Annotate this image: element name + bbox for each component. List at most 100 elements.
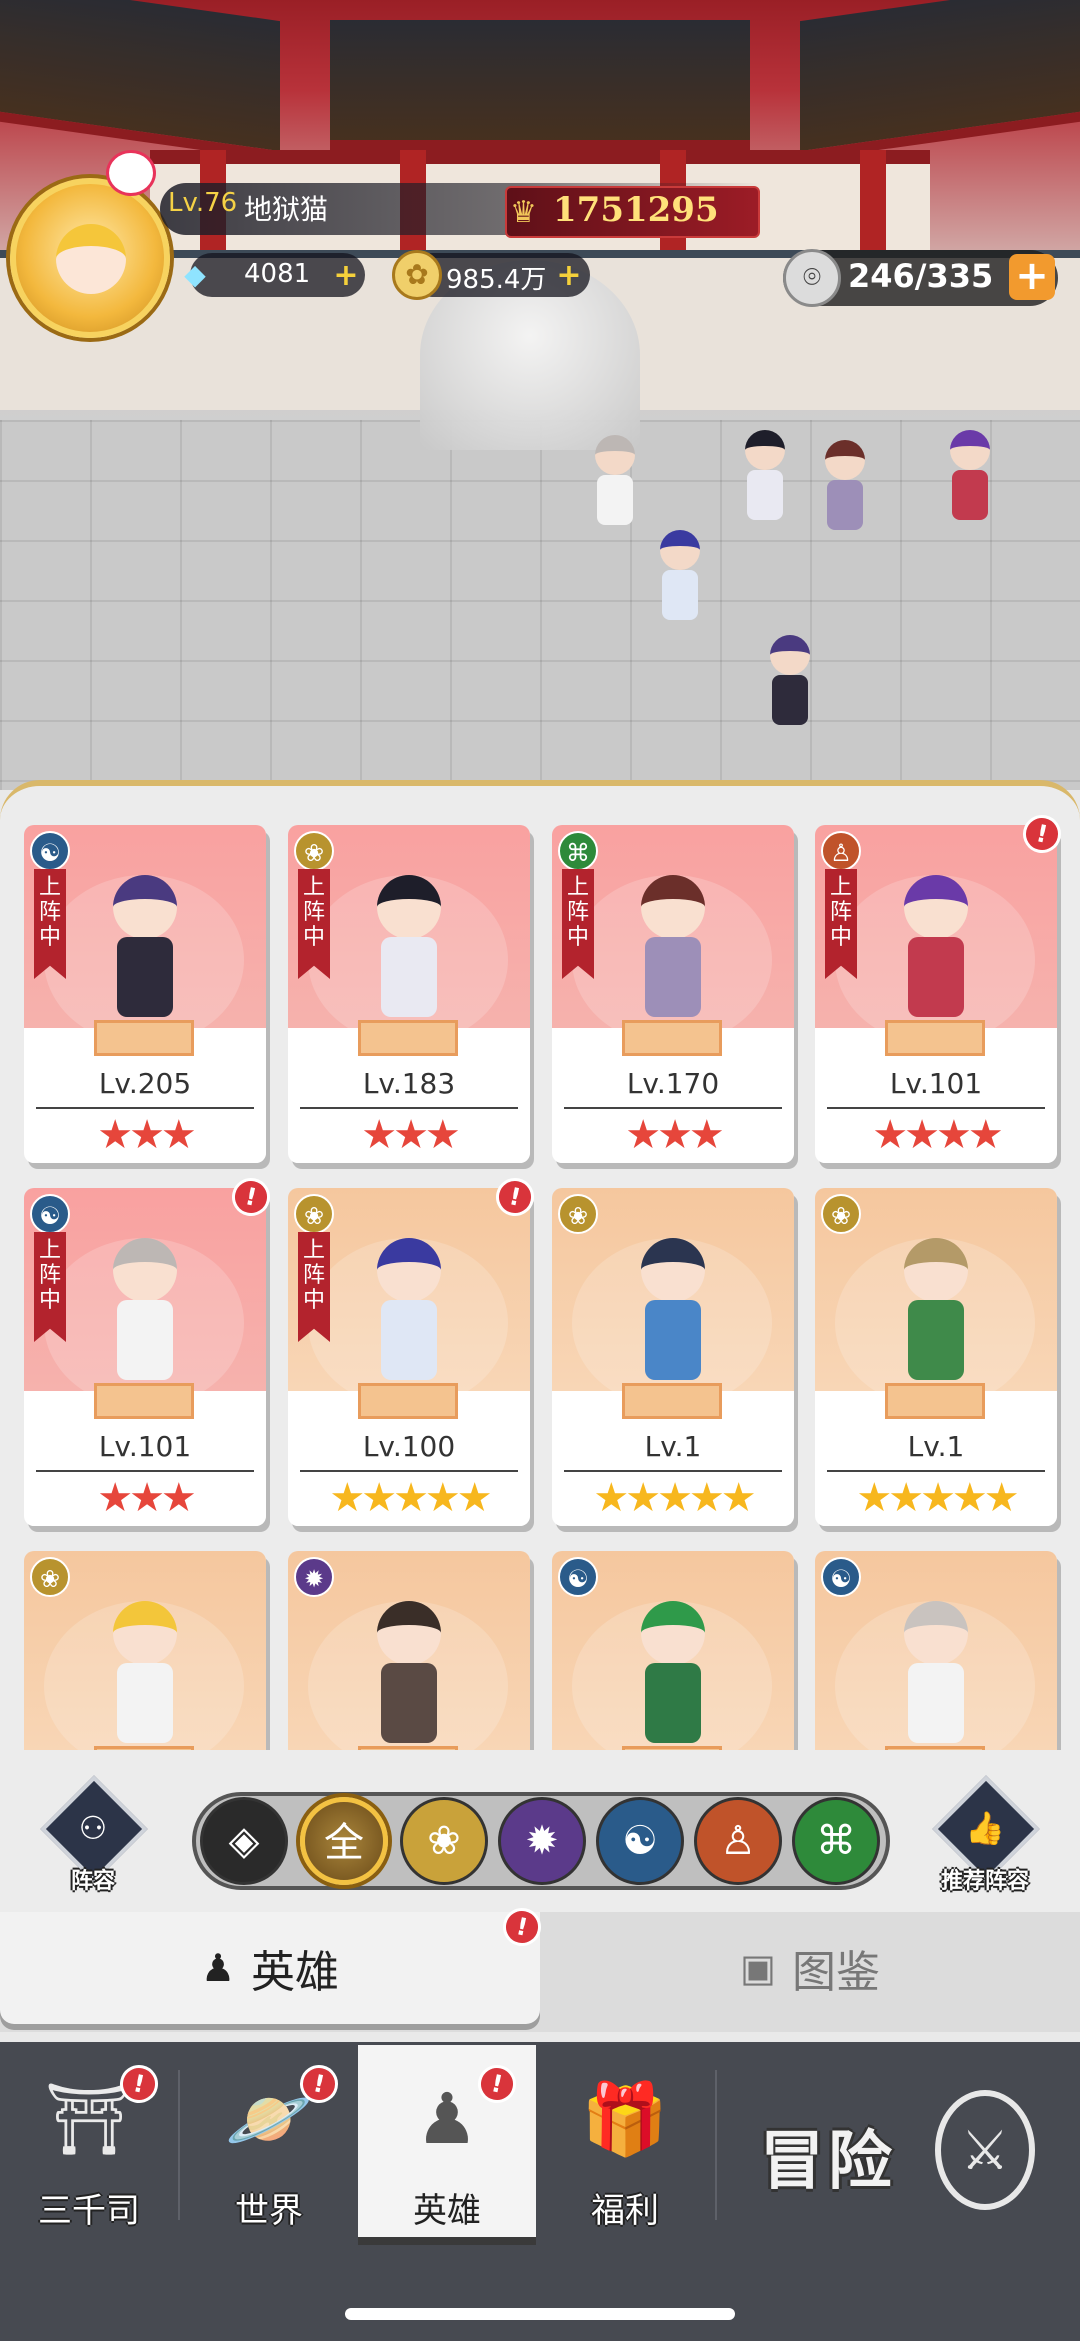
player-avatar[interactable] — [10, 178, 170, 338]
dna-faction-icon: ⌘ — [558, 831, 598, 871]
gift-box-icon: 🎁 — [581, 2078, 669, 2160]
hero-card[interactable]: ☯ — [552, 1551, 794, 1750]
water-faction-icon: ☯ — [30, 1194, 70, 1234]
hero-card[interactable]: ♙ 上阵中 Lv.101 ★★★★ — [815, 825, 1057, 1163]
player-level: Lv.76 — [168, 188, 238, 218]
hero-sprite[interactable] — [650, 530, 710, 630]
hero-pedestal — [885, 1383, 985, 1419]
diamond-filter-icon[interactable]: ◈ — [200, 1797, 288, 1885]
hero-pedestal — [94, 1020, 194, 1056]
stamina-value: 246/335 — [848, 257, 994, 295]
hero-portrait — [99, 875, 191, 1025]
hero-stars: ★★★ — [361, 1112, 461, 1158]
hero-pedestal — [358, 1383, 458, 1419]
hero-level: Lv.1 — [907, 1430, 965, 1463]
temple-roof-center — [330, 20, 750, 150]
hero-pedestal — [622, 1383, 722, 1419]
hero-sprite[interactable] — [815, 440, 875, 540]
thumbs-up-icon: 👍 — [965, 1809, 1005, 1847]
card-divider — [827, 1470, 1045, 1472]
hero-sprite[interactable] — [760, 635, 820, 735]
hero-silhouette-icon: ♟ — [200, 1946, 236, 1990]
hero-portrait — [99, 1238, 191, 1388]
crest-icon: ♛ — [510, 195, 537, 230]
card-divider — [36, 1107, 254, 1109]
nav-separator — [715, 2070, 717, 2220]
hero-card[interactable]: ✹ — [288, 1551, 530, 1750]
nav-world-label: 世界 — [235, 2191, 303, 2231]
hero-card[interactable]: ⌘ 上阵中 Lv.170 ★★★ — [552, 825, 794, 1163]
nav-welfare-label: 福利 — [591, 2191, 659, 2231]
recommend-lineup-button[interactable]: 👍 推荐阵容 — [930, 1775, 1040, 1895]
hero-portrait — [627, 1601, 719, 1750]
card-divider — [300, 1470, 518, 1472]
nav-welfare[interactable]: 🎁 福利 — [536, 2045, 714, 2245]
hero-pedestal — [358, 1020, 458, 1056]
hero-stars: ★★★ — [97, 1112, 197, 1158]
home-indicator[interactable] — [345, 2308, 735, 2320]
hero-level: Lv.100 — [362, 1430, 456, 1463]
avatar-portrait — [56, 224, 126, 294]
player-name: 地狱猫 — [244, 193, 329, 226]
monk-faction-icon: ♙ — [821, 831, 861, 871]
fire-filter-icon[interactable]: ✹ — [498, 1797, 586, 1885]
hero-card[interactable]: ❀ Lv.1 ★★★★★ — [815, 1188, 1057, 1526]
hero-portrait — [890, 875, 982, 1025]
hero-portrait — [627, 875, 719, 1025]
nav-heroes-label: 英雄 — [413, 2191, 481, 2231]
hero-sprite[interactable] — [940, 430, 1000, 530]
hero-stars: ★★★★★ — [593, 1475, 756, 1521]
adventure-button[interactable]: 冒险 — [760, 2110, 896, 2202]
hero-card[interactable]: ☯ — [815, 1551, 1057, 1750]
dna-filter-icon[interactable]: ⌘ — [792, 1797, 880, 1885]
water-filter-icon[interactable]: ☯ — [596, 1797, 684, 1885]
gold-count: 985.4万 — [446, 265, 547, 295]
lotus-filter-icon[interactable]: ❀ — [400, 1797, 488, 1885]
water-faction-icon: ☯ — [558, 1557, 598, 1597]
hero-portrait — [627, 1238, 719, 1388]
lotus-faction-icon: ❀ — [558, 1194, 598, 1234]
hero-grid: ☯ 上阵中 Lv.205 ★★★ ❀ 上阵中 Lv.183 ★★★ ⌘ 上阵中 Lv.170 ★★★ ♙… — [0, 810, 1080, 1750]
hero-level: Lv.101 — [98, 1430, 192, 1463]
tab-heroes[interactable]: ♟ 英雄 — [0, 1912, 540, 2024]
temple-roof-left — [0, 0, 280, 162]
battle-scene — [0, 0, 1080, 790]
hero-card[interactable]: ❀ 上阵中 Lv.183 ★★★ — [288, 825, 530, 1163]
card-divider — [564, 1470, 782, 1472]
hero-sprite[interactable] — [735, 430, 795, 530]
card-divider — [36, 1470, 254, 1472]
hero-pedestal — [94, 1383, 194, 1419]
hero-card[interactable]: ❀ Lv.1 ★★★★★ — [552, 1188, 794, 1526]
tab-codex[interactable]: ▣ 图鉴 — [540, 1912, 1080, 2024]
hero-portrait — [99, 1601, 191, 1750]
water-faction-icon: ☯ — [30, 831, 70, 871]
hero-level: Lv.183 — [362, 1067, 456, 1100]
add-gem-button[interactable]: + — [332, 261, 360, 291]
hero-card[interactable]: ☯ 上阵中 Lv.205 ★★★ — [24, 825, 266, 1163]
gem-count: 4081 — [244, 259, 311, 289]
hero-level: Lv.205 — [98, 1067, 192, 1100]
hero-card[interactable]: ❀ 上阵中 Lv.100 ★★★★★ — [288, 1188, 530, 1526]
hero-sprite[interactable] — [585, 435, 645, 535]
deployed-ribbon: 上阵中 — [298, 1232, 330, 1342]
diamond-icon: ◆ — [184, 258, 206, 291]
compass-sword-icon[interactable]: ⚔ — [935, 2090, 1035, 2210]
all-filter-button[interactable]: 全 — [300, 1797, 388, 1885]
monk-filter-icon[interactable]: ♙ — [694, 1797, 782, 1885]
card-divider — [564, 1107, 782, 1109]
add-stamina-button[interactable]: + — [1009, 254, 1055, 300]
lotus-faction-icon: ❀ — [30, 1557, 70, 1597]
tab-codex-label: 图鉴 — [791, 1947, 880, 1998]
deployed-ribbon: 上阵中 — [825, 869, 857, 979]
hero-portrait — [363, 1238, 455, 1388]
hero-card[interactable]: ☯ 上阵中 Lv.101 ★★★ — [24, 1188, 266, 1526]
hero-pedestal — [885, 1020, 985, 1056]
hero-card[interactable]: ❀ — [24, 1551, 266, 1750]
nav-sanqiansi-label: 三千司 — [38, 2191, 140, 2231]
book-icon: ▣ — [740, 1946, 776, 1990]
hero-portrait — [363, 875, 455, 1025]
hero-portrait — [890, 1238, 982, 1388]
lineup-button[interactable]: ⚇ 阵容 — [38, 1775, 148, 1895]
add-gold-button[interactable]: + — [555, 261, 583, 291]
hero-level: Lv.170 — [626, 1067, 720, 1100]
